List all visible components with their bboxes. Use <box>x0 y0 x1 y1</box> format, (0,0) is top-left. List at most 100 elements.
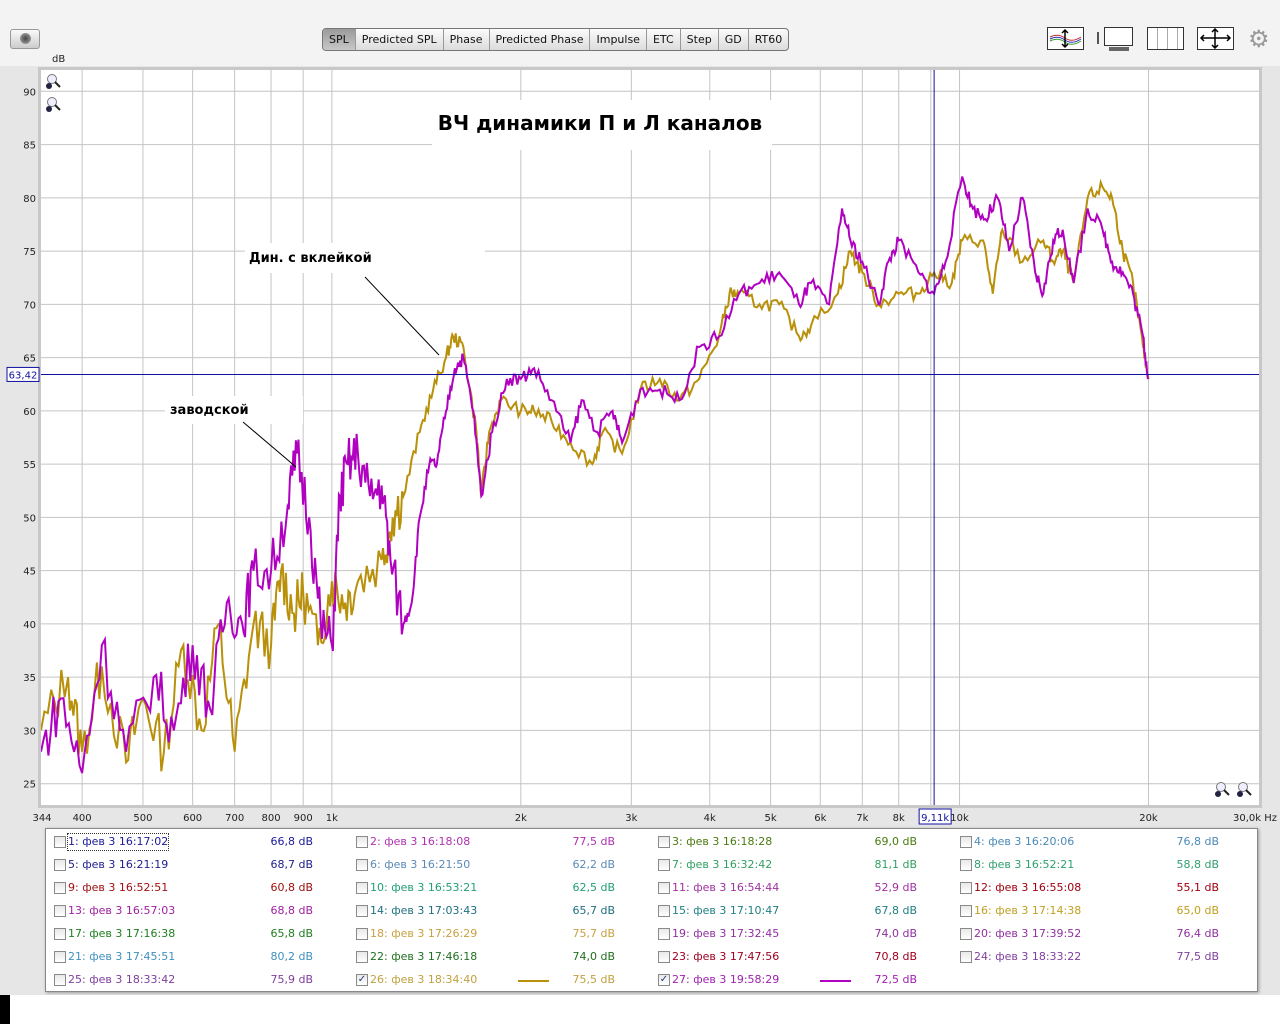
x-tick-label: 2k <box>515 813 527 824</box>
legend-checkbox[interactable] <box>960 951 972 963</box>
legend-value: 76,8 dB <box>1176 835 1219 848</box>
legend-label[interactable]: 18: фев 3 17:26:29 <box>370 926 477 942</box>
legend-label[interactable]: 7: фев 3 16:32:42 <box>672 857 772 873</box>
legend-label[interactable]: 6: фев 3 16:21:50 <box>370 857 470 873</box>
legend-label[interactable]: 19: фев 3 17:32:45 <box>672 926 779 942</box>
spl-graph[interactable]: 25 30 35 40 45 50 55 60 65 70 75 80 85 90 344 400 500 600… <box>0 0 1280 830</box>
legend-value: 77,5 dB <box>572 835 615 848</box>
x-tick-label: 20k <box>1139 813 1158 824</box>
legend-label[interactable]: 22: фев 3 17:46:18 <box>370 949 477 965</box>
legend-value: 69,0 dB <box>874 835 917 848</box>
x-tick-label: 344 <box>32 813 51 824</box>
legend-label[interactable]: 24: фев 3 18:33:22 <box>974 949 1081 965</box>
legend-value: 65,0 dB <box>1176 904 1219 917</box>
legend-checkbox[interactable] <box>54 836 66 848</box>
y-tick-label: 25 <box>23 780 36 791</box>
legend-checkbox[interactable] <box>658 905 670 917</box>
legend-label[interactable]: 27: фев 3 19:58:29 <box>672 972 779 988</box>
legend-checkbox[interactable] <box>658 928 670 940</box>
status-area <box>0 995 1280 1024</box>
x-tick-label: 500 <box>133 813 152 824</box>
legend-value: 76,4 dB <box>1176 927 1219 940</box>
y-tick-label: 75 <box>23 247 36 258</box>
legend-checkbox[interactable] <box>658 836 670 848</box>
legend-checkbox[interactable] <box>960 928 972 940</box>
legend-line-swatch <box>518 980 549 982</box>
legend-label[interactable]: 16: фев 3 17:14:38 <box>974 903 1081 919</box>
legend-value: 62,5 dB <box>572 881 615 894</box>
x-tick-label: 700 <box>225 813 244 824</box>
y-tick-label: 60 <box>23 407 36 418</box>
legend-label[interactable]: 21: фев 3 17:45:51 <box>68 949 175 965</box>
legend-label[interactable]: 25: фев 3 18:33:42 <box>68 972 175 988</box>
legend-checkbox[interactable] <box>54 974 66 986</box>
legend-checkbox[interactable] <box>658 882 670 894</box>
legend-checkbox[interactable]: ✓ <box>658 974 670 986</box>
legend-value: 74,0 dB <box>874 927 917 940</box>
plot-area[interactable] <box>41 70 1259 805</box>
legend-checkbox[interactable] <box>658 951 670 963</box>
x-tick-label: 5k <box>765 813 777 824</box>
legend-label[interactable]: 12: фев 3 16:55:08 <box>974 880 1081 896</box>
legend-label[interactable]: 2: фев 3 16:18:08 <box>370 834 470 850</box>
x-tick-label: 8k <box>893 813 905 824</box>
x-tick-label: 400 <box>73 813 92 824</box>
legend-value: 58,8 dB <box>1176 858 1219 871</box>
legend-checkbox[interactable] <box>960 859 972 871</box>
legend-label[interactable]: 13: фев 3 16:57:03 <box>68 903 175 919</box>
legend-checkbox[interactable] <box>356 951 368 963</box>
legend-label[interactable]: 20: фев 3 17:39:52 <box>974 926 1081 942</box>
legend-value: 66,8 dB <box>270 835 313 848</box>
legend-label[interactable]: 11: фев 3 16:54:44 <box>672 880 779 896</box>
legend-checkbox[interactable] <box>54 882 66 894</box>
legend-checkbox[interactable]: ✓ <box>356 974 368 986</box>
legend-label[interactable]: 26: фев 3 18:34:40 <box>370 972 477 988</box>
legend-value: 65,7 dB <box>572 904 615 917</box>
legend-checkbox[interactable] <box>960 905 972 917</box>
y-tick-label: 50 <box>23 513 36 524</box>
legend-value: 68,7 dB <box>270 858 313 871</box>
legend-label[interactable]: 3: фев 3 16:18:28 <box>672 834 772 850</box>
legend-checkbox[interactable] <box>960 882 972 894</box>
legend-checkbox[interactable] <box>54 928 66 940</box>
legend-checkbox[interactable] <box>54 859 66 871</box>
x-tick-label: 1k <box>326 813 338 824</box>
legend-checkbox[interactable] <box>54 951 66 963</box>
legend-label[interactable]: 4: фев 3 16:20:06 <box>974 834 1074 850</box>
legend-value: 80,2 dB <box>270 950 313 963</box>
y-tick-label: 90 <box>23 87 36 98</box>
legend-label[interactable]: 5: фев 3 16:21:19 <box>68 857 168 873</box>
legend-label[interactable]: 14: фев 3 17:03:43 <box>370 903 477 919</box>
annotation-glued-label: Дин. с вклейкой <box>249 251 372 266</box>
x-tick-label: 10k <box>950 813 969 824</box>
measurement-legend: 1: фев 3 16:17:02 66,8 dB 2: фев 3 16:18:0… <box>45 828 1258 992</box>
legend-checkbox[interactable] <box>356 905 368 917</box>
legend-label[interactable]: 17: фев 3 17:16:38 <box>68 926 175 942</box>
legend-checkbox[interactable] <box>356 882 368 894</box>
x-tick-label: 3k <box>625 813 637 824</box>
legend-checkbox[interactable] <box>658 859 670 871</box>
y-tick-label: 65 <box>23 354 36 365</box>
legend-label[interactable]: 15: фев 3 17:10:47 <box>672 903 779 919</box>
y-tick-label: 45 <box>23 567 36 578</box>
legend-label[interactable]: 23: фев 3 17:47:56 <box>672 949 779 965</box>
legend-label[interactable]: 1: фев 3 16:17:02 <box>66 833 170 851</box>
legend-checkbox[interactable] <box>54 905 66 917</box>
cursor-freq-readout: 9,11k <box>921 813 949 824</box>
legend-value: 81,1 dB <box>874 858 917 871</box>
legend-label[interactable]: 9: фев 3 16:52:51 <box>68 880 168 896</box>
legend-checkbox[interactable] <box>960 836 972 848</box>
x-tick-label: 900 <box>294 813 313 824</box>
y-tick-label: 70 <box>23 300 36 311</box>
legend-checkbox[interactable] <box>356 928 368 940</box>
legend-value: 77,5 dB <box>1176 950 1219 963</box>
x-tick-label: 600 <box>183 813 202 824</box>
legend-label[interactable]: 8: фев 3 16:52:21 <box>974 857 1074 873</box>
y-tick-label: 85 <box>23 141 36 152</box>
legend-checkbox[interactable] <box>356 836 368 848</box>
legend-value: 60,8 dB <box>270 881 313 894</box>
x-tick-label: 800 <box>262 813 281 824</box>
legend-checkbox[interactable] <box>356 859 368 871</box>
x-tick-label: 7k <box>856 813 868 824</box>
legend-label[interactable]: 10: фев 3 16:53:21 <box>370 880 477 896</box>
